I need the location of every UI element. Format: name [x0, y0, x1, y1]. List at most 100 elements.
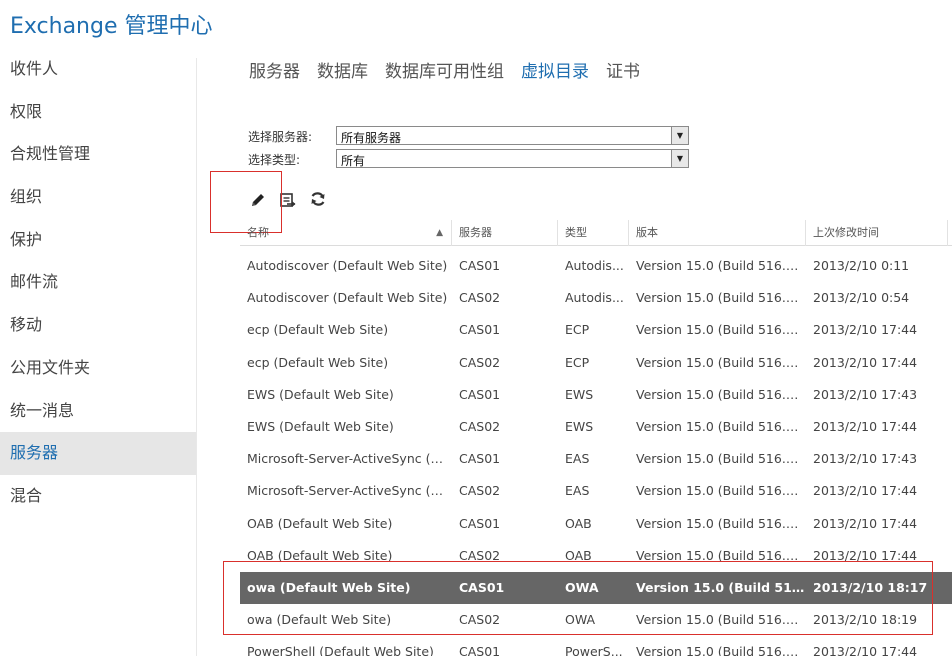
sidebar-item-hybrid[interactable]: 混合 — [0, 475, 196, 518]
cell-version: Version 15.0 (Build 516.32) — [636, 354, 806, 370]
tab-dag[interactable]: 数据库可用性组 — [385, 57, 504, 82]
cell-name: OAB (Default Web Site) — [247, 547, 393, 563]
cell-name: owa (Default Web Site) — [247, 579, 411, 595]
cell-name: Microsoft-Server-ActiveSync (Def... — [247, 483, 452, 499]
sidebar-item-servers[interactable]: 服务器 — [0, 432, 196, 475]
cell-type: ECP — [565, 322, 590, 338]
cell-name: ecp (Default Web Site) — [247, 322, 389, 338]
sidebar-item-mobile[interactable]: 移动 — [0, 304, 196, 347]
cell-server: CAS02 — [459, 354, 501, 370]
server-filter-label: 选择服务器: — [248, 130, 313, 144]
sidebar-item-mail-flow[interactable]: 邮件流 — [0, 261, 196, 304]
cell-type: EAS — [565, 451, 590, 467]
tab-certificates[interactable]: 证书 — [606, 57, 640, 82]
column-header-server[interactable]: 服务器 — [452, 220, 558, 246]
cell-name: PowerShell (Default Web Site) — [247, 644, 434, 656]
cell-name: owa (Default Web Site) — [247, 612, 392, 628]
sidebar-item-recipients[interactable]: 收件人 — [0, 48, 196, 91]
cell-name: Autodiscover (Default Web Site) — [247, 258, 448, 273]
type-select-value: 所有 — [341, 154, 366, 168]
cell-name: Autodiscover (Default Web Site) — [247, 290, 448, 306]
cell-type: ECP — [565, 354, 590, 370]
cell-type: EAS — [565, 483, 590, 499]
sidebar-item-permissions[interactable]: 权限 — [0, 91, 196, 134]
cell-type: Autodis... — [565, 290, 624, 306]
cell-version: Version 15.0 (Build 516.32) — [636, 547, 806, 563]
cell-modified: 2013/2/10 0:11 — [813, 258, 910, 273]
sidebar-item-organization[interactable]: 组织 — [0, 176, 196, 219]
table-row[interactable]: Autodiscover (Default Web Site) CAS02 Auto… — [240, 282, 952, 314]
sidebar-item-public-folders[interactable]: 公用文件夹 — [0, 347, 196, 390]
table-row[interactable]: Microsoft-Server-ActiveSync (Def... CAS01… — [240, 443, 952, 475]
sidebar-item-compliance[interactable]: 合规性管理 — [0, 133, 196, 176]
table-row-selected[interactable]: owa (Default Web Site) CAS01 OWA Version 15… — [240, 571, 952, 605]
column-header-type[interactable]: 类型 — [558, 220, 629, 246]
dropdown-arrow-icon[interactable]: ▼ — [671, 150, 688, 167]
cell-server: CAS01 — [459, 386, 501, 402]
edit-button[interactable] — [248, 190, 268, 210]
cell-name: Microsoft-Server-ActiveSync (Def... — [247, 451, 452, 467]
cell-type: EWS — [565, 418, 594, 434]
cell-name: ecp (Default Web Site) — [247, 354, 389, 370]
app-title: Exchange 管理中心 — [10, 14, 213, 39]
cell-modified: 2013/2/10 17:44 — [813, 418, 918, 434]
tab-servers[interactable]: 服务器 — [249, 57, 300, 82]
table-row[interactable]: owa (Default Web Site) CAS02 OWA Version 15… — [240, 604, 952, 636]
reset-button[interactable] — [278, 190, 298, 210]
table-row[interactable]: OAB (Default Web Site) CAS02 OAB Version 15… — [240, 540, 952, 572]
table-row[interactable]: OAB (Default Web Site) CAS01 OAB Version 15… — [240, 508, 952, 540]
cell-server: CAS02 — [459, 290, 501, 306]
type-select[interactable]: 所有 ▼ — [336, 149, 689, 168]
cell-type: OWA — [565, 612, 596, 628]
cell-name: OAB (Default Web Site) — [247, 515, 393, 531]
table-row[interactable]: EWS (Default Web Site) CAS02 EWS Version 15… — [240, 411, 952, 443]
cell-version: Version 15.0 (Build 516.32) — [636, 483, 806, 499]
tab-virtual-directories[interactable]: 虚拟目录 — [521, 57, 589, 82]
column-header-modified[interactable]: 上次修改时间 — [806, 220, 948, 246]
sidebar-nav: 收件人 权限 合规性管理 组织 保护 邮件流 移动 公用文件夹 统一消息 服务器… — [0, 48, 196, 518]
table-row[interactable]: ecp (Default Web Site) CAS01 ECP Version 15… — [240, 314, 952, 346]
column-header-version[interactable]: 版本 — [629, 220, 806, 246]
dropdown-arrow-icon[interactable]: ▼ — [671, 127, 688, 144]
cell-type: Autodis... — [565, 258, 624, 273]
cell-version: Version 15.0 (Build 516.32) — [636, 258, 806, 273]
cell-modified: 2013/2/10 17:44 — [813, 354, 918, 370]
cell-server: CAS02 — [459, 547, 501, 563]
sidebar-divider — [196, 58, 197, 656]
cell-modified: 2013/2/10 18:19 — [813, 612, 918, 628]
cell-type: EWS — [565, 386, 594, 402]
type-filter-label: 选择类型: — [248, 153, 301, 167]
cell-modified: 2013/2/10 17:44 — [813, 483, 918, 499]
cell-server: CAS01 — [459, 515, 501, 531]
tab-bar: 服务器 数据库 数据库可用性组 虚拟目录 证书 — [249, 57, 657, 82]
cell-version: Version 15.0 (Build 516.32) — [636, 612, 806, 628]
cell-name: EWS (Default Web Site) — [247, 418, 394, 434]
cell-version: Version 15.0 (Build 516.32) — [636, 322, 806, 338]
table-row[interactable]: Autodiscover (Default Web Site) CAS01 Auto… — [240, 250, 952, 282]
table-row[interactable]: ecp (Default Web Site) CAS02 ECP Version 15… — [240, 347, 952, 379]
refresh-icon — [311, 192, 325, 206]
cell-type: OWA — [565, 579, 599, 595]
cell-server: CAS01 — [459, 322, 501, 338]
server-select[interactable]: 所有服务器 ▼ — [336, 126, 689, 145]
cell-type: PowerS... — [565, 644, 623, 656]
table-row[interactable]: PowerShell (Default Web Site) CAS01 PowerS… — [240, 636, 952, 656]
table-row[interactable]: EWS (Default Web Site) CAS01 EWS Version 15… — [240, 379, 952, 411]
server-select-value: 所有服务器 — [341, 131, 402, 145]
refresh-button[interactable] — [308, 189, 328, 209]
cell-type: OAB — [565, 547, 592, 563]
type-filter: 选择类型: 所有 ▼ — [248, 149, 690, 168]
sidebar-item-protection[interactable]: 保护 — [0, 219, 196, 262]
pencil-icon — [252, 194, 264, 206]
sidebar-item-unified-messaging[interactable]: 统一消息 — [0, 390, 196, 433]
cell-modified: 2013/2/10 17:44 — [813, 322, 918, 338]
cell-modified: 2013/2/10 0:54 — [813, 290, 910, 306]
tab-databases[interactable]: 数据库 — [317, 57, 368, 82]
cell-version: Version 15.0 (Build 516.32) — [636, 644, 806, 656]
sort-ascending-icon: ▲ — [436, 228, 443, 238]
table-row[interactable]: Microsoft-Server-ActiveSync (Def... CAS02… — [240, 475, 952, 507]
cell-modified: 2013/2/10 18:17 — [813, 579, 928, 595]
cell-server: CAS01 — [459, 258, 501, 273]
column-header-name[interactable]: 名称 ▲ — [240, 220, 452, 246]
cell-name: EWS (Default Web Site) — [247, 386, 394, 402]
